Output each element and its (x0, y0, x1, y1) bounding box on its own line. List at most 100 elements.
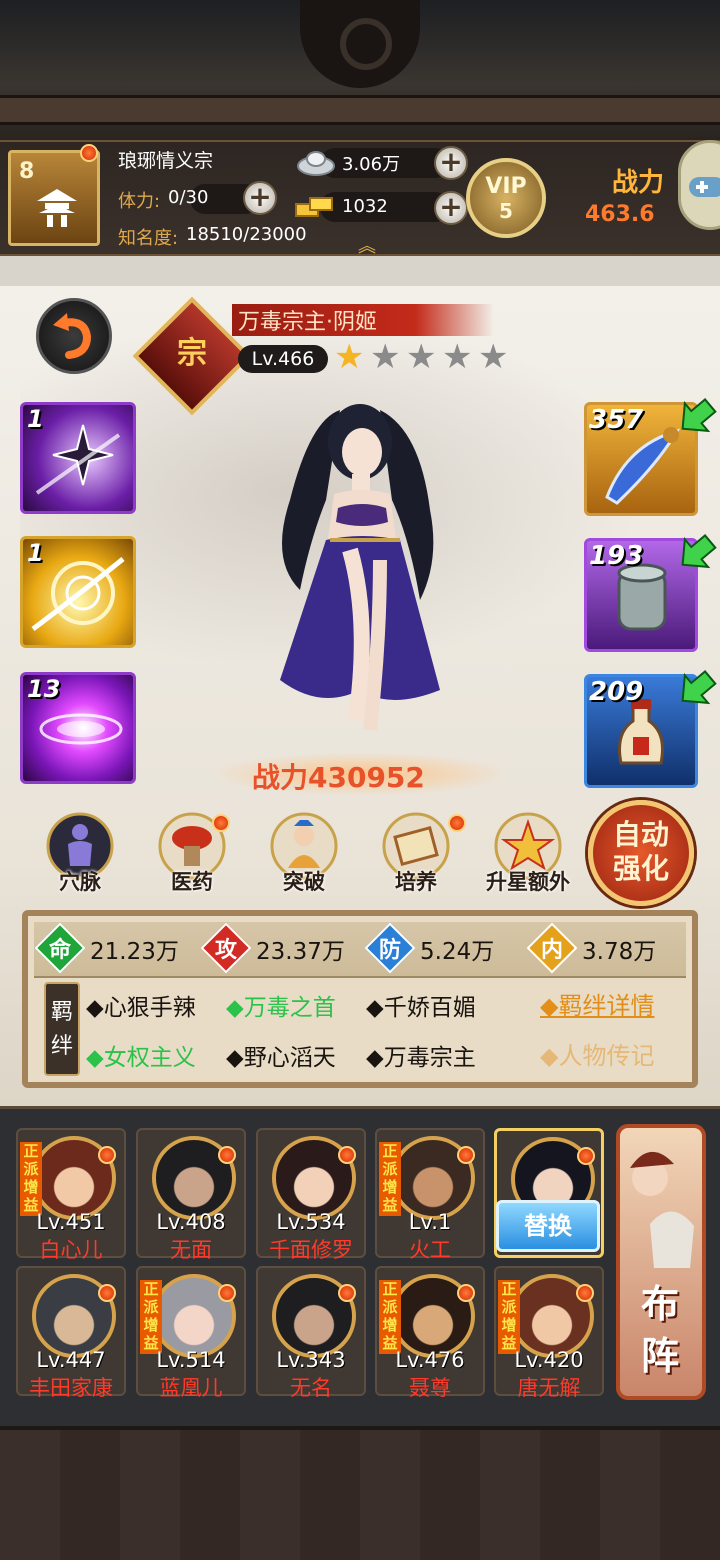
vip-level: 5 (499, 199, 513, 223)
upgrade-arrow-icon[interactable] (672, 530, 718, 576)
gold-value: 1032 (342, 196, 388, 217)
notification-dot (80, 144, 98, 162)
righteous-buff-tag: 正派增益 (498, 1280, 520, 1354)
menu-label: 突破 (283, 870, 325, 894)
roster-hero-card[interactable]: 正派增益 Lv.1 火工 (375, 1128, 485, 1262)
chevron-up-icon[interactable]: ︽ (350, 232, 384, 257)
notification-dot (98, 1284, 116, 1302)
roster-hero-card[interactable]: 正派增益 Lv.514 蓝凰儿 (136, 1266, 246, 1400)
hero-level: Lv.343 (276, 1348, 346, 1372)
bond-detail-link[interactable]: ◆羁绊详情 (540, 986, 654, 1021)
hero-name: 无名 (290, 1376, 332, 1400)
hero-name: 丰田家康 (29, 1376, 113, 1400)
bond-item: ◆万毒之首 (226, 995, 336, 1021)
hero-level: Lv.420 (514, 1348, 584, 1372)
attribute-value: 21.23万 (90, 939, 179, 965)
notification-dot (457, 1146, 475, 1164)
skill-slot-1[interactable]: 1 (20, 402, 136, 514)
hero-level: Lv.476 (395, 1348, 465, 1372)
hero-name: 白心儿 (39, 1238, 103, 1262)
roster-hero-card[interactable]: 正派增益 Lv.476 聂尊 (375, 1266, 485, 1400)
gamepad-icon (689, 177, 720, 197)
hero-level: Lv.408 (156, 1210, 226, 1234)
skill-slot-3[interactable]: 13 (20, 672, 136, 784)
notification-dot (218, 1146, 236, 1164)
menu-label: 培养 (395, 870, 437, 894)
guild-name: 琅琊情义宗 (118, 150, 214, 172)
equipment-level: 209 (589, 677, 644, 707)
attribute-value: 3.78万 (582, 939, 657, 965)
notification-dot (218, 1284, 236, 1302)
menu-label: 穴脉 (59, 870, 101, 894)
biography-link[interactable]: ◆人物传记 (540, 1036, 654, 1071)
equipment-level: 357 (589, 405, 644, 435)
back-arrow-icon (53, 313, 92, 359)
notification-dot (577, 1147, 595, 1165)
gamepad-float-button[interactable] (678, 140, 720, 230)
pagoda-icon (37, 189, 77, 227)
hero-name: 无面 (170, 1238, 212, 1262)
roster-hero-card[interactable]: 正派增益 Lv.420 唐无解 (494, 1266, 604, 1400)
divider-strip (0, 256, 720, 286)
attribute-key: 防 (378, 938, 401, 963)
player-level-badge[interactable]: 8 (8, 150, 100, 246)
upgrade-arrow-icon[interactable] (672, 666, 718, 712)
vip-badge[interactable]: VIP 5 (466, 158, 546, 238)
skill-level: 13 (27, 675, 61, 703)
notification-dot (457, 1284, 475, 1302)
star-empty-icon: ★ (442, 337, 473, 377)
roster-hero-card[interactable]: Lv.534 千面修罗 (256, 1128, 366, 1262)
star-empty-icon: ★ (370, 337, 401, 377)
auto-strengthen-line2: 强化 (612, 852, 669, 885)
roster-hero-card[interactable]: 正派增益 Lv.451 白心儿 (16, 1128, 126, 1262)
notification-dot (338, 1146, 356, 1164)
floor-decoration (0, 1426, 720, 1560)
hero-power: 战力430952 (252, 761, 425, 794)
notification-dot (338, 1284, 356, 1302)
righteous-buff-tag: 正派增益 (20, 1142, 42, 1216)
hero-level: Lv.514 (156, 1348, 226, 1372)
silver-ingot-icon (297, 151, 335, 176)
roster-hero-card[interactable]: Lv.343 无名 (256, 1266, 366, 1400)
notification-dot (576, 1284, 594, 1302)
upgrade-arrow-icon[interactable] (672, 394, 718, 440)
add-silver-button[interactable]: + (434, 146, 468, 180)
hero-portrait[interactable] (230, 390, 500, 750)
menu-breakthrough-button[interactable]: 突破 (262, 812, 346, 896)
stamina-label: 体力: (118, 191, 161, 212)
notification-dot (212, 814, 230, 832)
bond-item: ◆万毒宗主 (366, 1045, 476, 1071)
hero-level: Lv.451 (36, 1210, 106, 1234)
formation-label[interactable]: 布 阵 (630, 1278, 690, 1382)
auto-strengthen-label[interactable]: 自动 强化 (606, 818, 676, 886)
menu-star-up-button[interactable]: 升星额外 (486, 812, 570, 896)
fame-value: 18510/23000 (186, 224, 307, 245)
skill-slot-2[interactable]: 1 (20, 536, 136, 648)
fame-label: 知名度: (118, 228, 179, 249)
swap-button[interactable]: 替换 (496, 1200, 600, 1252)
bond-item: ◆野心滔天 (226, 1045, 336, 1071)
hero-level: Lv.1 (408, 1210, 452, 1234)
hero-level: Lv.466 (238, 345, 328, 373)
hero-name: 唐无解 (517, 1376, 581, 1400)
player-level: 8 (19, 159, 35, 184)
star-empty-icon: ★ (478, 337, 509, 377)
bond-item: ◆心狠手辣 (86, 995, 196, 1021)
hero-name: 万毒宗主·阴姬 (238, 310, 377, 335)
back-button[interactable] (36, 298, 112, 374)
hero-level: Lv.534 (276, 1210, 346, 1234)
menu-cultivate-button[interactable]: 培养 (374, 812, 458, 896)
roof-beam (0, 95, 720, 125)
star-filled-icon: ★ (334, 337, 365, 377)
silver-value: 3.06万 (342, 154, 401, 175)
roster-hero-card[interactable]: Lv.447 丰田家康 (16, 1266, 126, 1400)
hero-name: 蓝凰儿 (159, 1376, 223, 1400)
notification-dot (98, 1146, 116, 1164)
menu-meridian-button[interactable]: 穴脉 (38, 812, 122, 896)
add-gold-button[interactable]: + (434, 191, 468, 225)
skill-level: 1 (27, 539, 44, 567)
add-stamina-button[interactable]: + (243, 181, 277, 215)
equipment-level: 193 (589, 541, 644, 571)
attribute-key: 攻 (214, 938, 237, 963)
roster-hero-card[interactable]: Lv.408 无面 (136, 1128, 246, 1262)
